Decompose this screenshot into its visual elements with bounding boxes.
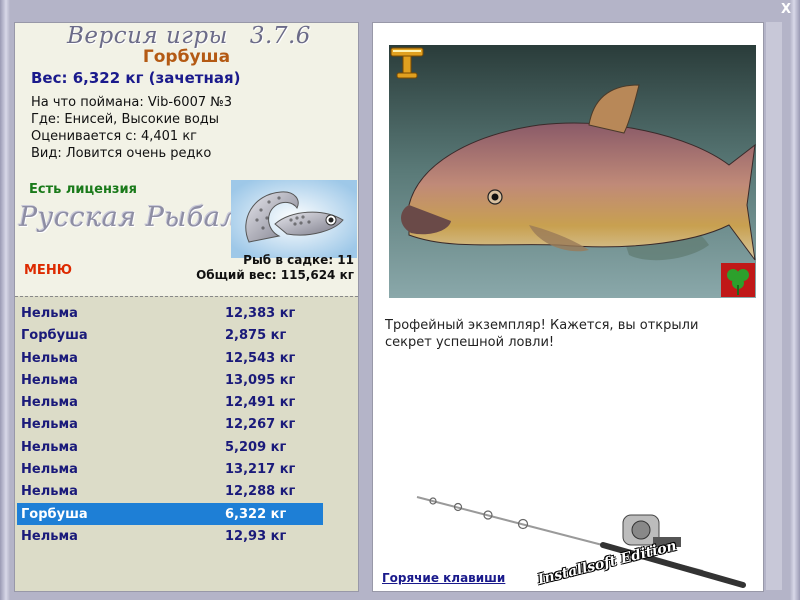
catch-weight: 12,267 кг: [225, 417, 296, 433]
divider: [15, 296, 358, 297]
fish-photo-panel: Трофейный экземпляр! Кажется, вы открыли…: [372, 22, 764, 592]
catch-name: Нельма: [21, 417, 78, 433]
fish-info-panel: Версия игры 3.7.6 Горбуша Вес: 6,322 кг (…: [14, 22, 359, 592]
clover-icon: [721, 263, 755, 297]
catch-name: Нельма: [21, 306, 78, 321]
value-info: Оценивается с: 4,401 кг: [31, 129, 198, 144]
license-status: Есть лицензия: [29, 182, 137, 197]
catch-row[interactable]: Нельма 13,095 кг: [17, 369, 323, 391]
catch-row[interactable]: Нельма 12,491 кг: [17, 391, 323, 413]
catch-name: Нельма: [21, 395, 78, 411]
catch-weight: 12,543 кг: [225, 350, 296, 366]
catch-row[interactable]: Нельма 12,543 кг: [17, 347, 323, 369]
catch-weight: 6,322 кг: [225, 506, 287, 522]
catch-row[interactable]: Нельма 12,93 кг: [17, 525, 323, 547]
catch-weight: 13,095 кг: [225, 372, 296, 388]
catch-weight: 2,875 кг: [225, 328, 287, 344]
catch-stats: Рыб в садке: 11 Общий вес: 115,624 кг: [196, 253, 354, 283]
catch-name: Нельма: [21, 528, 78, 544]
version-number: 3.7.6: [249, 23, 311, 49]
catch-weight: 12,491 кг: [225, 395, 296, 411]
trophy-icon: [390, 47, 424, 79]
catch-name: Горбуша: [21, 328, 88, 344]
side-frame: [766, 22, 782, 590]
menu-button[interactable]: МЕНЮ: [24, 263, 72, 278]
catch-name: Нельма: [21, 372, 78, 388]
catch-row[interactable]: Нельма 12,288 кг: [17, 480, 323, 502]
catch-name: Горбуша: [21, 506, 88, 522]
fish-photo: [389, 45, 756, 298]
catch-name: Нельма: [21, 462, 78, 478]
catch-name: Нельма: [21, 484, 78, 500]
total-weight: Общий вес: 115,624 кг: [196, 268, 354, 282]
fish-count: Рыб в садке: 11: [243, 253, 354, 267]
catch-name: Нельма: [21, 350, 78, 366]
catch-weight: 13,217 кг: [225, 462, 296, 478]
fish-details: Версия игры 3.7.6 Горбуша Вес: 6,322 кг (…: [15, 23, 358, 296]
catch-row-selected[interactable]: Горбуша 6,322 кг: [17, 502, 323, 525]
version-label: Версия игры: [67, 23, 228, 49]
fish-weight: Вес: 6,322 кг (зачетная): [31, 69, 241, 87]
fish-logo-icon: [231, 180, 357, 258]
rarity-info: Вид: Ловится очень редко: [31, 146, 212, 161]
close-icon[interactable]: X: [778, 2, 794, 18]
bait-info: На что поймана: Vib-6007 №3: [31, 95, 233, 110]
hotkeys-link[interactable]: Горячие клавиши: [382, 571, 505, 585]
location-info: Где: Енисей, Высокие воды: [31, 112, 220, 127]
fish-details-list: На что поймана: Vib-6007 №3 Где: Енисей,…: [31, 94, 232, 162]
catch-description: Трофейный экземпляр! Кажется, вы открыли…: [385, 318, 699, 350]
catch-row[interactable]: Горбуша 2,875 кг: [17, 324, 323, 346]
catch-weight: 12,288 кг: [225, 484, 296, 500]
catch-row[interactable]: Нельма 5,209 кг: [17, 436, 323, 458]
catch-weight: 12,383 кг: [225, 306, 296, 321]
game-version: Версия игры 3.7.6: [67, 23, 311, 49]
catch-row[interactable]: Нельма 13,217 кг: [17, 458, 323, 480]
catch-row[interactable]: Нельма 12,383 кг: [17, 302, 323, 324]
catch-weight: 12,93 кг: [225, 528, 287, 544]
catch-list: Нельма 12,383 кг Горбуша 2,875 кг Нельма 12…: [15, 302, 358, 547]
catch-weight: 5,209 кг: [225, 439, 287, 455]
catch-row[interactable]: Нельма 12,267 кг: [17, 413, 323, 435]
fish-name: Горбуша: [142, 47, 231, 67]
catch-name: Нельма: [21, 439, 78, 455]
